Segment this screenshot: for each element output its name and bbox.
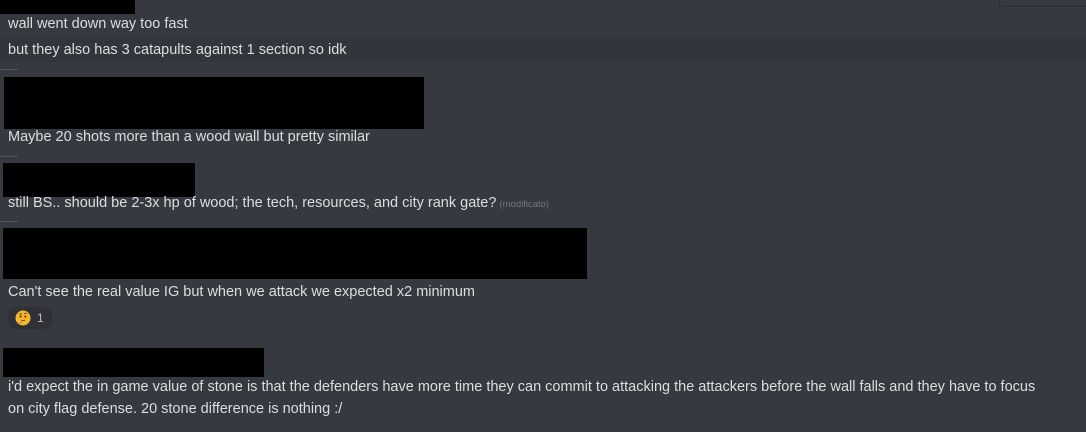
thinking-face-icon bbox=[15, 310, 31, 326]
message-divider bbox=[0, 156, 18, 157]
chat-message-list: wall went down way too fast but they als… bbox=[0, 0, 1086, 432]
message-text: Can't see the real value IG but when we … bbox=[8, 284, 476, 300]
redacted-author-block bbox=[3, 348, 264, 377]
reaction-button[interactable]: 1 bbox=[8, 307, 52, 329]
redacted-username bbox=[0, 0, 135, 14]
message-toolbar-edge bbox=[999, 0, 1086, 7]
message-divider bbox=[0, 221, 18, 222]
redacted-author-block bbox=[4, 77, 424, 129]
message-text: but they also has 3 catapults against 1 … bbox=[8, 42, 347, 58]
message-divider bbox=[0, 69, 18, 70]
message-body: still BS.. should be 2-3x hp of wood; th… bbox=[8, 195, 497, 211]
message-text: wall went down way too fast bbox=[8, 16, 188, 32]
reaction-count: 1 bbox=[37, 311, 44, 325]
message-text: i'd expect the in game value of stone is… bbox=[8, 379, 1036, 417]
redacted-author-block bbox=[3, 228, 587, 279]
message-text: still BS.. should be 2-3x hp of wood; th… bbox=[8, 192, 549, 216]
message-text: Maybe 20 shots more than a wood wall but… bbox=[8, 129, 370, 145]
edited-label: (modificato) bbox=[499, 199, 550, 210]
